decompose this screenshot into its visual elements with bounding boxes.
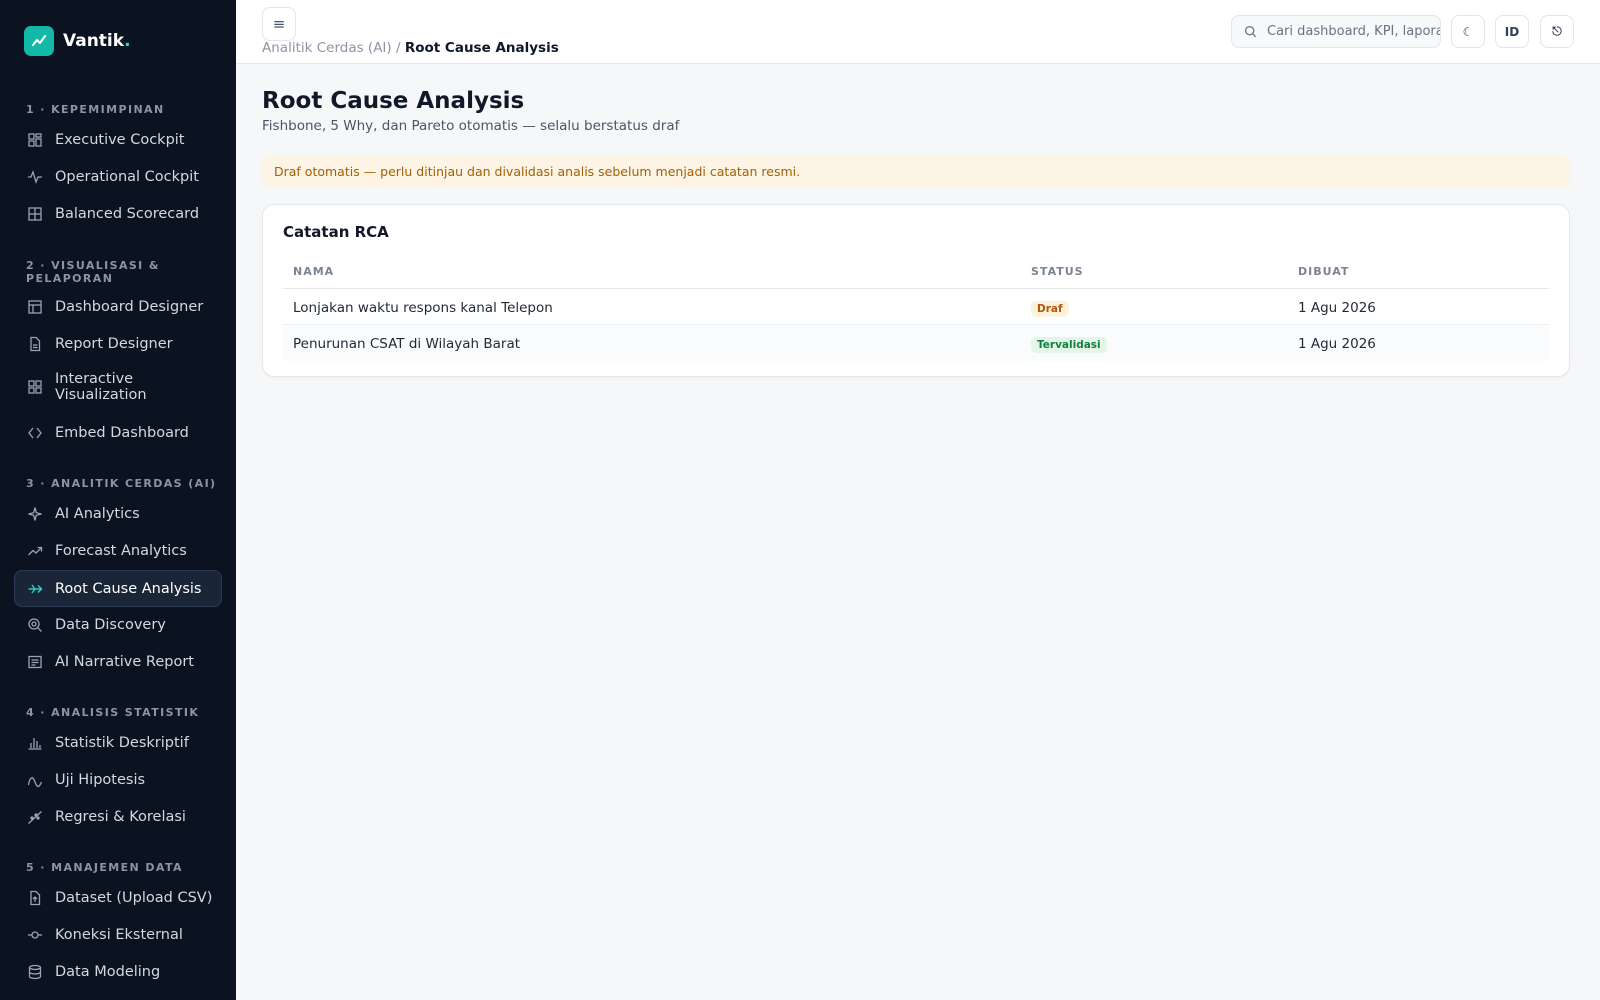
column-header-status[interactable]: STATUS	[1031, 265, 1084, 278]
moon-icon: ☾	[1462, 24, 1474, 39]
file-icon	[27, 336, 43, 352]
link-icon	[27, 927, 43, 943]
draft-alert: Draf otomatis — perlu ditinjau dan dival…	[262, 155, 1570, 188]
language-button[interactable]: ID	[1495, 15, 1529, 48]
sidebar-item-data-modeling[interactable]: Data Modeling	[14, 954, 222, 990]
sidebar-item-label: Koneksi Eksternal	[55, 927, 183, 943]
rca-table: NAMA STATUS DIBUAT Lonjakan waktu respon…	[283, 251, 1549, 361]
nav-section-title: 4 · ANALISIS STATISTIK	[26, 706, 200, 719]
sidebar-item-label: AI Analytics	[55, 506, 140, 522]
pulse-icon	[27, 169, 43, 185]
nav-section-title: 3 · ANALITIK CERDAS (AI)	[26, 477, 217, 490]
table-icon	[27, 206, 43, 222]
brand-name: Vantik.	[63, 31, 131, 51]
row-created: 1 Agu 2026	[1298, 300, 1376, 316]
table-row[interactable]: Lonjakan waktu respons kanal Telepon Dra…	[283, 289, 1549, 325]
wave-icon	[27, 772, 43, 788]
sidebar-item-forecast-analytics[interactable]: Forecast Analytics	[14, 533, 222, 569]
sidebar-item-label: Statistik Deskriptif	[55, 735, 189, 751]
sidebar-item-label: Data Discovery	[55, 617, 166, 633]
row-created: 1 Agu 2026	[1298, 336, 1376, 352]
breadcrumb-parent[interactable]: Analitik Cerdas (AI) /	[262, 40, 401, 56]
sidebar-item-executive-cockpit[interactable]: Executive Cockpit	[14, 122, 222, 158]
doc-icon	[27, 654, 43, 670]
grid-icon	[27, 379, 43, 395]
branch-icon	[27, 581, 43, 597]
sidebar-item-label: Operational Cockpit	[55, 169, 199, 185]
sidebar-item-label: Dashboard Designer	[55, 299, 204, 315]
logout-button[interactable]: ⎋	[1540, 15, 1574, 48]
sidebar-item-interactive-visualization[interactable]: Interactive Visualization	[14, 364, 222, 410]
sidebar-item-root-cause-analysis[interactable]: Root Cause Analysis	[14, 570, 222, 607]
sidebar-item-label: Interactive Visualization	[55, 371, 147, 403]
sidebar-item-label: AI Narrative Report	[55, 654, 194, 670]
menu-toggle-button[interactable]: ≡	[262, 7, 296, 41]
search-placeholder: Cari dashboard, KPI, laporan	[1267, 24, 1441, 39]
rca-records-card: Catatan RCA NAMA STATUS DIBUAT Lonjakan …	[262, 204, 1570, 377]
grid-icon	[27, 132, 43, 148]
nav-section-title: 5 · MANAJEMEN DATA	[26, 861, 183, 874]
page-title: Root Cause Analysis	[262, 88, 525, 114]
sidebar: Vantik. 1 · KEPEMIMPINAN Executive Cockp…	[0, 0, 236, 1000]
sidebar-item-label: Report Designer	[55, 336, 173, 352]
sidebar-item-uji-hipotesis[interactable]: Uji Hipotesis	[14, 762, 222, 798]
code-icon	[27, 425, 43, 441]
breadcrumb-current: Root Cause Analysis	[404, 40, 559, 56]
sidebar-item-ai-analytics[interactable]: AI Analytics	[14, 496, 222, 532]
column-header-name[interactable]: NAMA	[293, 265, 334, 278]
page-subtitle: Fishbone, 5 Why, dan Pareto otomatis — s…	[262, 118, 680, 134]
card-title: Catatan RCA	[283, 223, 389, 241]
row-name[interactable]: Lonjakan waktu respons kanal Telepon	[293, 300, 553, 316]
sidebar-item-label: Regresi & Korelasi	[55, 809, 186, 825]
brand-logo-icon	[24, 26, 54, 56]
sparkle-icon	[27, 506, 43, 522]
sidebar-item-label: Balanced Scorecard	[55, 206, 200, 222]
sidebar-item-dashboard-designer[interactable]: Dashboard Designer	[14, 289, 222, 325]
scatter-icon	[27, 809, 43, 825]
sidebar-item-koneksi-eksternal[interactable]: Koneksi Eksternal	[14, 917, 222, 953]
sidebar-item-operational-cockpit[interactable]: Operational Cockpit	[14, 159, 222, 195]
layout-icon	[27, 299, 43, 315]
file-upload-icon	[27, 890, 43, 906]
nav-section-title: 2 · VISUALISASI & PELAPORAN	[26, 259, 160, 285]
sidebar-item-ai-narrative-report[interactable]: AI Narrative Report	[14, 644, 222, 680]
sidebar-item-label: Data Modeling	[55, 964, 161, 980]
search-input[interactable]: Cari dashboard, KPI, laporan	[1231, 15, 1441, 48]
table-row[interactable]: Penurunan CSAT di Wilayah Barat Tervalid…	[283, 325, 1549, 361]
nav-section-title: 1 · KEPEMIMPINAN	[26, 103, 165, 116]
search-icon	[1244, 25, 1257, 38]
sidebar-item-report-designer[interactable]: Report Designer	[14, 326, 222, 362]
topbar: ≡ Analitik Cerdas (AI) / Root Cause Anal…	[236, 0, 1600, 64]
database-icon	[27, 964, 43, 980]
sidebar-item-label: Uji Hipotesis	[55, 772, 146, 788]
sidebar-item-label: Executive Cockpit	[55, 132, 185, 148]
status-badge: Tervalidasi	[1031, 337, 1107, 353]
language-label: ID	[1504, 24, 1520, 39]
bar-chart-icon	[27, 735, 43, 751]
trend-icon	[27, 543, 43, 559]
sidebar-item-dataset-upload[interactable]: Dataset (Upload CSV)	[14, 880, 222, 916]
sidebar-item-label: Dataset (Upload CSV)	[55, 890, 213, 906]
sidebar-item-label: Embed Dashboard	[55, 425, 189, 441]
table-header: NAMA STATUS DIBUAT	[283, 251, 1549, 289]
theme-toggle-button[interactable]: ☾	[1451, 15, 1485, 48]
sidebar-item-data-discovery[interactable]: Data Discovery	[14, 607, 222, 643]
sidebar-item-balanced-scorecard[interactable]: Balanced Scorecard	[14, 196, 222, 232]
sidebar-item-regresi-korelasi[interactable]: Regresi & Korelasi	[14, 799, 222, 835]
row-name[interactable]: Penurunan CSAT di Wilayah Barat	[293, 336, 520, 352]
sidebar-item-embed-dashboard[interactable]: Embed Dashboard	[14, 415, 222, 451]
logout-icon: ⎋	[1552, 24, 1562, 38]
column-header-created[interactable]: DIBUAT	[1298, 265, 1349, 278]
sidebar-item-label: Root Cause Analysis	[55, 580, 202, 597]
sidebar-item-statistik-deskriptif[interactable]: Statistik Deskriptif	[14, 725, 222, 761]
breadcrumb: Analitik Cerdas (AI) / Root Cause Analys…	[262, 40, 559, 56]
hamburger-icon: ≡	[272, 15, 286, 33]
brand[interactable]: Vantik.	[24, 26, 131, 56]
sidebar-item-label: Forecast Analytics	[55, 543, 187, 559]
search-icon	[27, 617, 43, 633]
status-badge: Draf	[1031, 301, 1069, 317]
